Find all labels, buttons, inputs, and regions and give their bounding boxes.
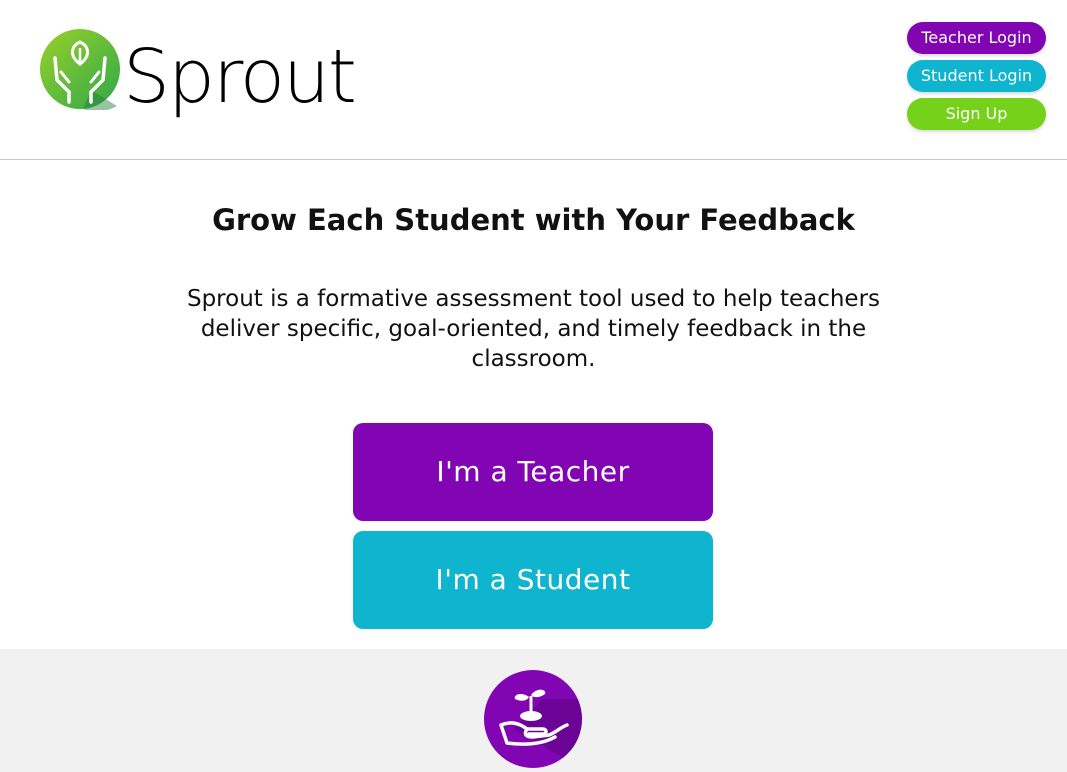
site-footer — [0, 649, 1067, 772]
page-headline: Grow Each Student with Your Feedback — [212, 203, 855, 237]
page-description: Sprout is a formative assessment tool us… — [186, 286, 881, 372]
sign-up-button[interactable]: Sign Up — [907, 98, 1046, 130]
hands-leaf-icon — [40, 29, 120, 110]
site-header: Sprout Teacher Login Student Login Sign … — [0, 0, 1067, 160]
hand-sprout-icon — [484, 670, 582, 768]
student-login-button[interactable]: Student Login — [907, 60, 1046, 92]
im-a-student-button[interactable]: I'm a Student — [353, 531, 713, 629]
teacher-login-button[interactable]: Teacher Login — [907, 22, 1046, 54]
im-a-teacher-button[interactable]: I'm a Teacher — [353, 423, 713, 521]
sprout-logo[interactable]: Sprout — [39, 28, 357, 130]
logo-wordmark: Sprout — [123, 34, 357, 120]
